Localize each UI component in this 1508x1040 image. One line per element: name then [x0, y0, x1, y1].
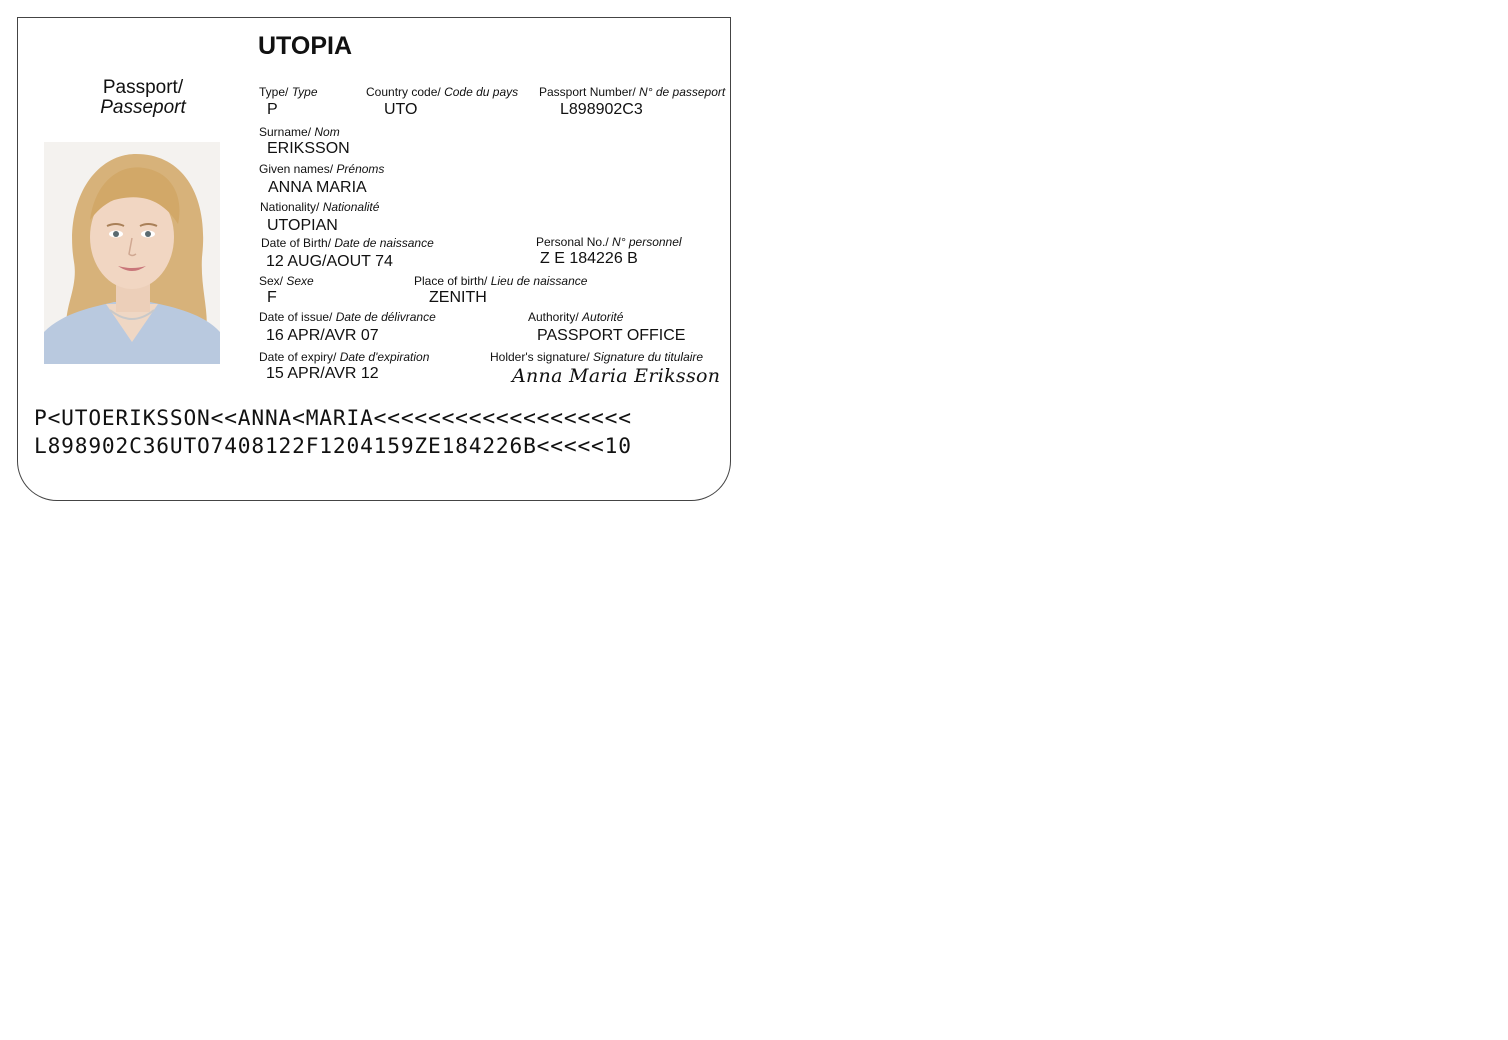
nationality-label: Nationality/ Nationalité [260, 200, 380, 214]
document-type-fr: Passeport [100, 97, 186, 118]
date-of-issue-label: Date of issue/ Date de délivrance [259, 310, 436, 324]
country-code-label: Country code/ Code du pays [366, 85, 519, 99]
date-of-expiry-value: 15 APR/AVR 12 [266, 365, 379, 382]
passport-data-page: UTOPIA Passport/ Passeport Type/ Type P … [17, 17, 731, 501]
document-type-title: Passport/ Passeport [78, 78, 208, 118]
date-of-birth-value: 12 AUG/AOUT 74 [266, 253, 393, 270]
sex-label: Sex/ Sexe [259, 274, 314, 288]
country-title: UTOPIA [258, 32, 352, 60]
surname-label: Surname/ Nom [259, 125, 340, 139]
passport-number-value: L898902C3 [560, 101, 643, 118]
personal-no-value: Z E 184226 B [540, 250, 638, 267]
personal-no-label: Personal No./ N° personnel [536, 235, 682, 249]
date-of-issue-value: 16 APR/AVR 07 [266, 327, 379, 344]
signature-label: Holder's signature/ Signature du titulai… [490, 350, 704, 364]
holder-signature: Anna Maria Eriksson [512, 365, 721, 387]
nationality-value: UTOPIAN [267, 217, 338, 234]
surname-value: ERIKSSON [267, 140, 350, 157]
document-type-en: Passport/ [102, 77, 184, 98]
portrait-icon [44, 142, 220, 364]
date-of-expiry-label: Date of expiry/ Date d'expiration [259, 350, 430, 364]
given-names-label: Given names/ Prénoms [259, 162, 385, 176]
passport-number-label: Passport Number/ N° de passeport [539, 85, 726, 99]
type-value: P [267, 101, 278, 118]
mrz-line-1: P<UTOERIKSSON<<ANNA<MARIA<<<<<<<<<<<<<<<… [34, 405, 632, 430]
type-label: Type/ Type [259, 85, 318, 99]
sex-value: F [267, 289, 277, 306]
place-of-birth-label: Place of birth/ Lieu de naissance [414, 274, 588, 288]
authority-value: PASSPORT OFFICE [537, 327, 686, 344]
holder-photo [44, 142, 220, 364]
given-names-value: ANNA MARIA [268, 179, 367, 196]
date-of-birth-label: Date of Birth/ Date de naissance [261, 236, 434, 250]
mrz-line-2: L898902C36UTO7408122F1204159ZE184226B<<<… [34, 433, 632, 458]
place-of-birth-value: ZENITH [429, 289, 487, 306]
country-code-value: UTO [384, 101, 418, 118]
authority-label: Authority/ Autorité [528, 310, 624, 324]
